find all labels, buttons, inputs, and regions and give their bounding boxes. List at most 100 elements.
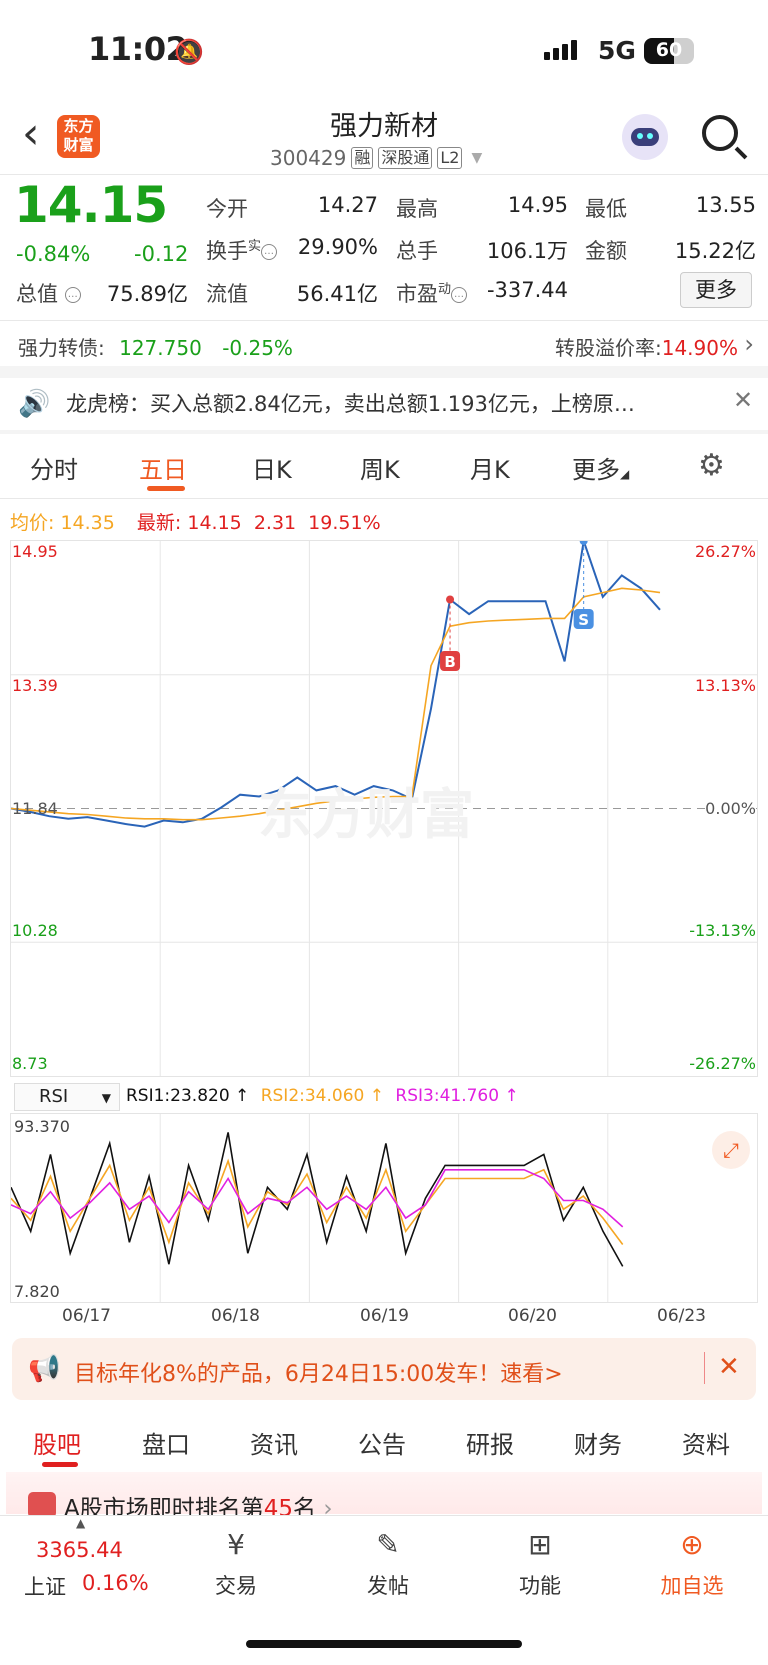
tab-forum[interactable]: 股吧 — [33, 1425, 81, 1460]
expand-icon[interactable]: ⤢ — [712, 1131, 750, 1169]
low-label: 最低 — [585, 197, 627, 221]
stock-code-row[interactable]: 300429 融 深股通 L2 ▼ — [270, 146, 482, 170]
y-left-tick: 13.39 — [12, 676, 58, 695]
current-price: 14.15 — [14, 176, 168, 234]
silent-bell-icon: 🔕 — [174, 38, 204, 66]
float-mv-value: 56.41亿 — [296, 282, 378, 306]
assistant-robot-icon[interactable] — [622, 114, 668, 160]
tab-five-day[interactable]: 五日 — [139, 450, 187, 485]
pe-value: -337.44 — [486, 278, 568, 302]
convertible-bond-row[interactable]: 强力转债: 127.750 -0.25% — [18, 332, 293, 361]
speaker-icon: 🔊 — [18, 389, 51, 419]
y-left-tick: 11.84 — [12, 799, 58, 818]
rsi-chart[interactable] — [10, 1113, 758, 1303]
tab-finance[interactable]: 财务 — [574, 1425, 622, 1460]
active-tab-indicator — [147, 486, 185, 491]
add-watchlist-button[interactable]: 加自选 — [647, 1570, 737, 1600]
chevron-right-icon: › — [744, 330, 754, 358]
info-icon: … — [451, 287, 468, 303]
tab-news[interactable]: 资讯 — [250, 1425, 298, 1460]
tab-order-book[interactable]: 盘口 — [142, 1425, 190, 1460]
trade-icon[interactable]: ¥ — [216, 1528, 256, 1564]
tag-margin: 融 — [351, 147, 374, 169]
float-mv-label: 流值 — [206, 282, 248, 306]
stock-code: 300429 — [270, 146, 347, 170]
y-left-tick: 10.28 — [12, 921, 58, 940]
x-tick: 06/20 — [508, 1306, 557, 1326]
bond-price: 127.750 — [119, 336, 202, 360]
trade-button[interactable]: 交易 — [191, 1570, 281, 1600]
tab-daily-k[interactable]: 日K — [252, 450, 292, 485]
premium-rate[interactable]: 转股溢价率:14.90% — [555, 332, 738, 361]
low-value: 13.55 — [695, 193, 756, 217]
promo-text[interactable]: 目标年化8%的产品，6月24日15:00发车！速看> — [74, 1356, 563, 1388]
x-tick: 06/18 — [211, 1306, 260, 1326]
more-button[interactable]: 更多 — [680, 272, 752, 308]
y-left-tick: 14.95 — [12, 542, 58, 561]
close-icon[interactable]: ✕ — [718, 1352, 740, 1382]
y-right-tick: -26.27% — [689, 1054, 756, 1073]
megaphone-icon: 📢 — [28, 1354, 61, 1384]
index-change[interactable]: 0.16% — [82, 1571, 149, 1595]
tab-research[interactable]: 研报 — [466, 1425, 514, 1460]
info-icon: … — [64, 287, 81, 303]
rsi-values: RSI1:23.820 ↑ RSI2:34.060 ↑ RSI3:41.760 … — [126, 1086, 519, 1106]
indicator-select[interactable]: RSI ▼ — [14, 1083, 120, 1111]
divider — [704, 1352, 705, 1384]
index-name[interactable]: 上证 — [24, 1571, 66, 1601]
bond-change: -0.25% — [222, 336, 293, 360]
trade-marker-label: S — [578, 611, 589, 629]
add-circle-icon[interactable]: ⊕ — [672, 1528, 712, 1564]
x-tick: 06/23 — [657, 1306, 706, 1326]
tab-intraday[interactable]: 分时 — [30, 450, 78, 485]
bond-label: 强力转债: — [18, 336, 105, 360]
search-icon[interactable] — [702, 115, 738, 151]
function-button[interactable]: 功能 — [495, 1570, 585, 1600]
post-button[interactable]: 发帖 — [343, 1570, 433, 1600]
y-right-tick: 26.27% — [694, 542, 756, 561]
y-right-tick: 13.13% — [694, 676, 756, 695]
pe-label: 市盈动… — [396, 278, 468, 308]
info-icon: … — [261, 244, 278, 260]
home-indicator — [246, 1640, 522, 1648]
tag-connect: 深股通 — [378, 147, 433, 169]
tab-weekly-k[interactable]: 周K — [360, 450, 400, 485]
battery-level: 60 — [655, 39, 683, 61]
tab-more[interactable]: 更多◢ — [572, 450, 629, 485]
close-icon[interactable]: ✕ — [733, 386, 753, 414]
dragon-tiger-text: 龙虎榜：买入总额2.84亿元，卖出总额1.193亿元，上榜原… — [66, 392, 635, 416]
tab-profile[interactable]: 资料 — [682, 1425, 730, 1460]
marker-dot — [579, 537, 588, 545]
grid-icon[interactable]: ⊞ — [520, 1528, 560, 1564]
active-tab-indicator — [42, 1462, 78, 1467]
tab-announcements[interactable]: 公告 — [358, 1425, 406, 1460]
marker-dot — [446, 595, 455, 604]
y-left-tick: 8.73 — [12, 1054, 48, 1073]
high-label: 最高 — [396, 197, 438, 221]
total-mv-value: 75.89亿 — [106, 282, 188, 306]
signal-icon — [544, 40, 580, 60]
x-tick: 06/17 — [62, 1306, 111, 1326]
status-time: 11:02 — [88, 30, 188, 68]
battery-icon: 60 — [644, 38, 694, 64]
change-amount: -0.12 — [134, 242, 189, 266]
edit-icon[interactable]: ✎ — [368, 1528, 408, 1564]
y-right-tick: -13.13% — [689, 921, 756, 940]
amount-label: 金额 — [585, 239, 627, 263]
volume-label: 总手 — [396, 239, 438, 263]
total-mv-label: 总值 … — [16, 278, 81, 308]
tag-level2: L2 — [437, 147, 463, 169]
index-value[interactable]: 3365.44 — [36, 1538, 123, 1562]
gear-icon[interactable]: ⚙ — [698, 448, 725, 483]
open-value: 14.27 — [317, 193, 378, 217]
y-right-tick: 0.00% — [705, 799, 756, 818]
caret-down-icon: ▼ — [471, 150, 483, 166]
turnover-label: 换手实… — [206, 235, 278, 265]
chart-legend: 均价: 14.35 最新: 14.15 2.31 19.51% — [10, 512, 381, 534]
watermark-logo: 东方财富 — [258, 783, 474, 846]
trade-marker-label: B — [444, 653, 455, 671]
network-type: 5G — [598, 36, 636, 65]
turnover-value: 29.90% — [297, 235, 378, 259]
rsi-bottom: 7.820 — [14, 1282, 60, 1301]
tab-monthly-k[interactable]: 月K — [470, 450, 510, 485]
